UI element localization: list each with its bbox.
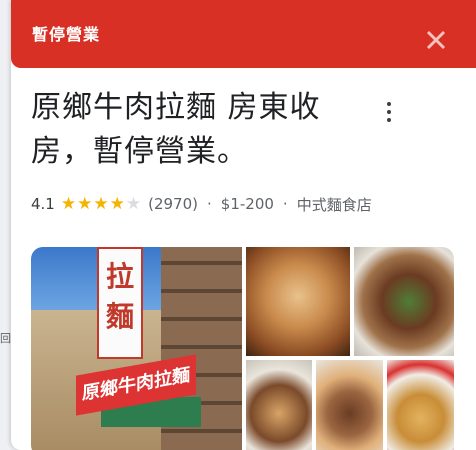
food-photo-beef-noodles[interactable] — [354, 247, 454, 356]
close-icon — [426, 30, 446, 50]
star-icon: ★ — [109, 193, 125, 214]
star-icon: ★ — [93, 193, 109, 214]
background-text-fragment: 回 — [0, 332, 11, 345]
storefront-sign: 拉麵 — [97, 247, 143, 359]
more-options-button[interactable] — [379, 98, 399, 128]
place-card: 暫停營業 原鄉牛肉拉麵 房東收房，暫停營業。 4.1 ★ ★ ★ ★ ★ (2970) … — [11, 0, 476, 450]
star-icon: ★ — [60, 193, 77, 214]
food-photo-beef[interactable] — [316, 360, 383, 450]
close-button[interactable] — [421, 25, 451, 55]
place-category: 中式麵食店 — [296, 195, 372, 214]
review-count-link[interactable]: (2970) — [148, 195, 198, 213]
more-vert-icon — [379, 102, 399, 122]
food-photo-soup[interactable] — [387, 360, 454, 450]
rating-value: 4.1 — [31, 195, 55, 213]
closed-status-text: 暫停營業 — [32, 25, 101, 44]
photo-gallery: 拉麵 原鄉牛肉拉麵 — [31, 247, 454, 450]
place-title: 原鄉牛肉拉麵 房東收房，暫停營業。 — [31, 90, 321, 169]
food-photo-noodles[interactable] — [246, 247, 350, 356]
food-photo-dish[interactable] — [246, 360, 312, 450]
place-meta-row: 4.1 ★ ★ ★ ★ ★ (2970) · $1-200 · 中式麵食店 — [31, 193, 372, 215]
star-icon: ★ — [125, 193, 142, 214]
storefront-photo[interactable]: 拉麵 原鄉牛肉拉麵 — [31, 247, 242, 450]
separator-dot: · — [282, 195, 288, 213]
closed-status-banner: 暫停營業 — [11, 0, 476, 68]
background-page-fragment: 回 — [0, 330, 11, 450]
separator-dot: · — [207, 195, 212, 213]
star-icon: ★ — [77, 193, 93, 214]
price-range: $1-200 — [220, 195, 274, 213]
star-rating: ★ ★ ★ ★ ★ — [60, 193, 142, 214]
